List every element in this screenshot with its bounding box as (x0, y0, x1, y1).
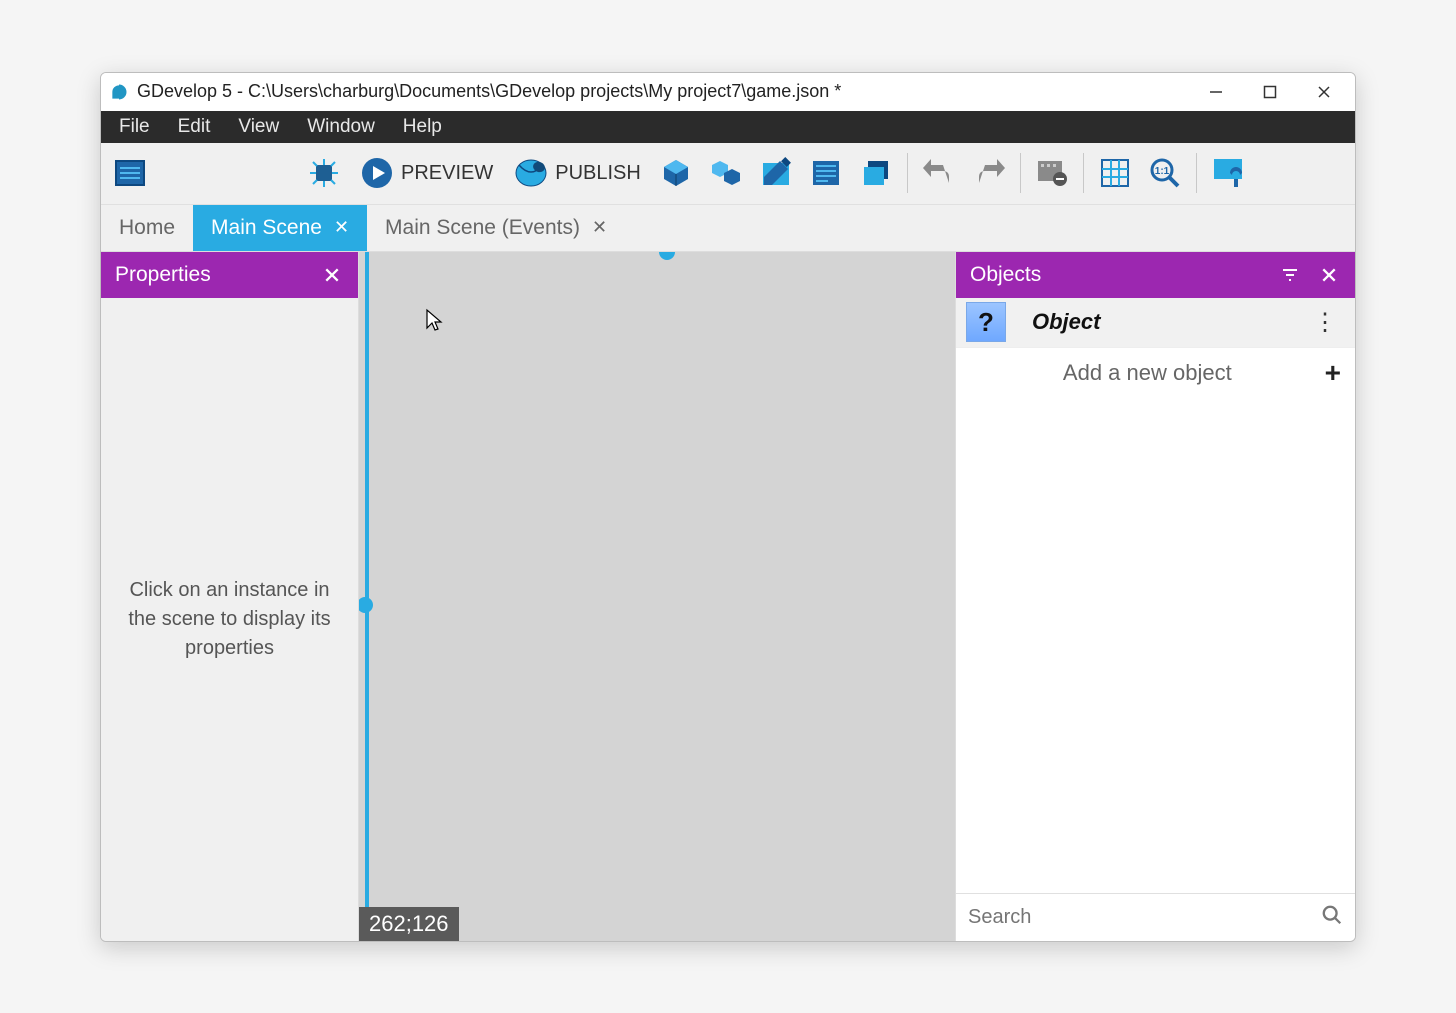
toolbar-separator (1020, 153, 1021, 193)
toolbar-separator (1196, 153, 1197, 193)
publish-label: PUBLISH (555, 162, 641, 185)
debug-button[interactable] (301, 150, 347, 196)
titlebar: GDevelop 5 - C:\Users\charburg\Documents… (101, 73, 1355, 111)
maximize-button[interactable] (1255, 77, 1285, 107)
preview-button[interactable]: PREVIEW (351, 150, 501, 196)
object-name: Object (1032, 309, 1309, 335)
filter-icon[interactable] (1277, 262, 1303, 288)
canvas-origin-handle-top[interactable] (659, 252, 675, 260)
search-input[interactable] (968, 906, 1313, 929)
edit-scene-button[interactable] (753, 150, 799, 196)
tab-home[interactable]: Home (101, 205, 193, 251)
app-icon (109, 82, 129, 102)
tab-main-scene-events[interactable]: Main Scene (Events) ✕ (367, 205, 625, 251)
tab-home-label: Home (119, 216, 175, 240)
menu-edit[interactable]: Edit (164, 113, 225, 141)
redo-button[interactable] (966, 150, 1012, 196)
tab-close-icon[interactable]: ✕ (592, 217, 607, 238)
grid-toggle-button[interactable] (1092, 150, 1138, 196)
tab-close-icon[interactable]: ✕ (334, 217, 349, 238)
search-icon[interactable] (1321, 904, 1343, 931)
app-window: GDevelop 5 - C:\Users\charburg\Documents… (100, 72, 1356, 942)
minimize-button[interactable] (1201, 77, 1231, 107)
objects-title: Objects (970, 263, 1041, 287)
add-object-row[interactable]: Add a new object + (956, 348, 1355, 398)
plus-icon: + (1325, 357, 1341, 389)
objects-panel: Objects ? Object ⋮ Add a new object (955, 252, 1355, 941)
window-controls (1201, 77, 1349, 107)
settings-button[interactable] (1205, 150, 1251, 196)
window-title: GDevelop 5 - C:\Users\charburg\Documents… (137, 81, 1201, 102)
tab-main-scene-label: Main Scene (211, 216, 322, 240)
svg-text:1:1: 1:1 (1155, 166, 1170, 177)
tab-main-scene-events-label: Main Scene (Events) (385, 216, 580, 240)
menu-window[interactable]: Window (293, 113, 389, 141)
cursor-icon (425, 308, 443, 338)
scene-canvas[interactable]: 262;126 (359, 252, 955, 941)
canvas-axis-vertical (365, 252, 369, 941)
objects-search (956, 893, 1355, 941)
add-object-label: Add a new object (970, 360, 1325, 386)
properties-title: Properties (115, 263, 211, 287)
properties-close-icon[interactable] (320, 263, 344, 287)
properties-body: Click on an instance in the scene to dis… (101, 298, 358, 941)
add-object-button[interactable] (653, 150, 699, 196)
properties-hint: Click on an instance in the scene to dis… (119, 576, 340, 663)
scene-canvas-container: 262;126 (359, 252, 955, 941)
toolbar-separator (907, 153, 908, 193)
zoom-reset-button[interactable]: 1:1 (1142, 150, 1188, 196)
object-thumbnail-icon: ? (966, 302, 1006, 342)
properties-panel: Properties Click on an instance in the s… (101, 252, 359, 941)
canvas-coordinates: 262;126 (359, 907, 459, 941)
mask-toggle-button[interactable] (1029, 150, 1075, 196)
toolbar: PREVIEW PUBLISH (101, 143, 1355, 205)
undo-button[interactable] (916, 150, 962, 196)
objects-list: ? Object ⋮ Add a new object + (956, 298, 1355, 941)
content-area: Properties Click on an instance in the s… (101, 251, 1355, 941)
close-button[interactable] (1309, 77, 1339, 107)
properties-header: Properties (101, 252, 358, 298)
object-more-icon[interactable]: ⋮ (1309, 304, 1341, 341)
objects-list-button[interactable] (703, 150, 749, 196)
project-manager-button[interactable] (107, 150, 153, 196)
menu-help[interactable]: Help (389, 113, 456, 141)
tab-bar: Home Main Scene ✕ Main Scene (Events) ✕ (101, 205, 1355, 251)
menu-file[interactable]: File (105, 113, 164, 141)
objects-header: Objects (956, 252, 1355, 298)
toolbar-separator (1083, 153, 1084, 193)
properties-panel-button[interactable] (803, 150, 849, 196)
preview-label: PREVIEW (401, 162, 493, 185)
objects-close-icon[interactable] (1317, 263, 1341, 287)
layers-button[interactable] (853, 150, 899, 196)
publish-button[interactable]: PUBLISH (505, 150, 649, 196)
menubar: File Edit View Window Help (101, 111, 1355, 143)
object-row[interactable]: ? Object ⋮ (956, 298, 1355, 348)
canvas-origin-handle-left[interactable] (359, 597, 373, 613)
menu-view[interactable]: View (224, 113, 293, 141)
tab-main-scene[interactable]: Main Scene ✕ (193, 205, 367, 251)
